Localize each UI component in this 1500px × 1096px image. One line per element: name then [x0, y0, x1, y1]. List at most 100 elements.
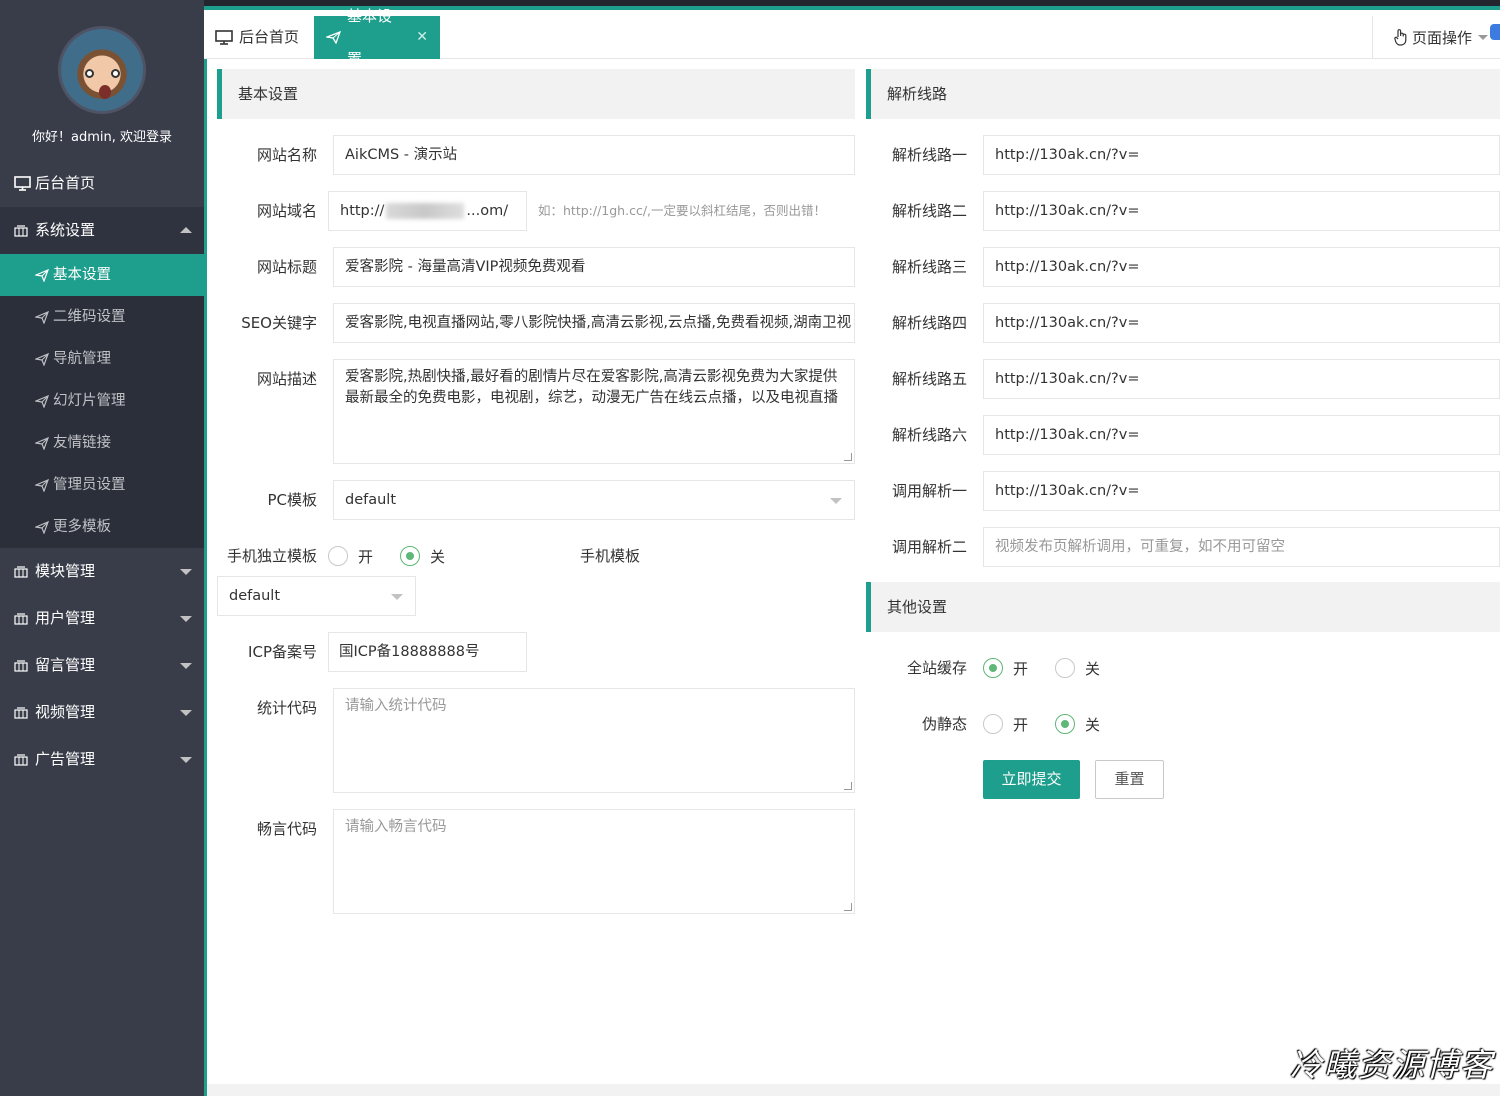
site-description-label: 网站描述	[256, 370, 317, 388]
tab-bar: 后台首页 基本设置 ✕ 页面操作	[204, 7, 1500, 68]
pseudo-static-off-radio[interactable]: 关	[1055, 704, 1100, 744]
welcome-text: 你好！admin, 欢迎登录	[32, 130, 172, 145]
site-domain-input[interactable]: http:// ...om/	[328, 191, 527, 231]
chevron-down-icon	[391, 594, 403, 600]
caret-down-icon	[180, 710, 192, 716]
radio-checked-icon	[983, 658, 1003, 678]
send-icon	[35, 436, 49, 450]
parse-line-label: 解析线路五	[891, 370, 967, 388]
call-parse-label: 调用解析一	[891, 482, 967, 500]
sidebar-sub-label: 基本设置	[53, 267, 111, 283]
parse-line-3-input[interactable]: http://130ak.cn/?v=	[983, 247, 1500, 287]
pc-template-label: PC模板	[267, 491, 317, 509]
radio-checked-icon	[1055, 714, 1075, 734]
parse-line-label: 解析线路四	[891, 314, 967, 332]
stats-code-label: 统计代码	[256, 699, 317, 717]
stats-code-textarea[interactable]: 请输入统计代码	[333, 688, 855, 793]
monitor-icon	[215, 30, 233, 45]
sidebar-item-ads[interactable]: 广告管理	[0, 736, 204, 783]
avatar-eye-left	[85, 69, 94, 78]
site-title-input[interactable]: 爱客影院 - 海量高清VIP视频免费观看	[333, 247, 855, 287]
resize-handle-icon[interactable]	[844, 782, 852, 790]
radio-label: 开	[1013, 715, 1029, 734]
tab-home-label: 后台首页	[239, 28, 300, 46]
mobile-template-off-radio[interactable]: 关	[400, 536, 445, 576]
call-parse-1-input[interactable]: http://130ak.cn/?v=	[983, 471, 1500, 511]
domain-prefix: http://	[340, 203, 385, 219]
sidebar-sub-label: 二维码设置	[53, 309, 126, 325]
sidebar-item-links[interactable]: 友情链接	[0, 422, 204, 464]
monitor-icon	[14, 176, 32, 191]
parse-line-5-input[interactable]: http://130ak.cn/?v=	[983, 359, 1500, 399]
call-parse-label: 调用解析二	[891, 538, 967, 556]
avatar-mouth	[99, 85, 111, 99]
domain-hint: 如：http://1gh.cc/,一定要以斜杠结尾，否则出错！	[538, 203, 827, 218]
sidebar-item-basic-settings[interactable]: 基本设置	[0, 254, 204, 296]
sidebar-item-navigation[interactable]: 导航管理	[0, 338, 204, 380]
sidebar-item-messages[interactable]: 留言管理	[0, 642, 204, 689]
sidebar-item-slides[interactable]: 幻灯片管理	[0, 380, 204, 422]
radio-circle-icon	[328, 546, 348, 566]
parse-lines-header: 解析线路	[866, 69, 1500, 119]
sidebar-item-admins[interactable]: 管理员设置	[0, 464, 204, 506]
site-description-textarea[interactable]: 爱客影院,热剧快播,最好看的剧情片尽在爱客影院,高清云影视免费为大家提供最新最全…	[333, 359, 855, 464]
tab-basic-settings[interactable]: 基本设置 ✕	[314, 7, 440, 68]
grid-icon	[14, 224, 32, 237]
parse-line-1-input[interactable]: http://130ak.cn/?v=	[983, 135, 1500, 175]
sidebar-item-home[interactable]: 后台首页	[0, 160, 204, 207]
submit-button[interactable]: 立即提交	[983, 760, 1080, 799]
sidebar-item-modules[interactable]: 模块管理	[0, 548, 204, 595]
sidebar-group-label: 用户管理	[35, 609, 96, 627]
domain-suffix: ...om/	[466, 203, 509, 219]
page-operations-button[interactable]: 页面操作	[1372, 16, 1500, 59]
chevron-down-icon	[830, 498, 842, 504]
page-operations-label: 页面操作	[1412, 29, 1473, 47]
avatar[interactable]	[58, 26, 146, 114]
chevron-down-icon	[1478, 35, 1489, 40]
icp-input[interactable]: 国ICP备18888888号	[328, 632, 527, 672]
site-name-input[interactable]: AikCMS - 演示站	[333, 135, 855, 175]
site-cache-on-radio[interactable]: 开	[983, 648, 1028, 688]
parse-line-4-input[interactable]: http://130ak.cn/?v=	[983, 303, 1500, 343]
sidebar-item-videos[interactable]: 视频管理	[0, 689, 204, 736]
close-icon[interactable]: ✕	[416, 16, 428, 59]
seo-keywords-input[interactable]: 爱客影院,电视直播网站,零八影院快播,高清云影视,云点播,免费看视频,湖南卫视	[333, 303, 855, 343]
call-parse-2-input[interactable]: 视频发布页解析调用，可重复，如不用可留空	[983, 527, 1500, 567]
sidebar-sub-label: 幻灯片管理	[53, 393, 126, 409]
parse-line-label: 解析线路一	[891, 146, 967, 164]
site-domain-label: 网站域名	[256, 202, 317, 220]
radio-label: 关	[1085, 659, 1101, 678]
sidebar-item-qrcode-settings[interactable]: 二维码设置	[0, 296, 204, 338]
sidebar-sub-label: 管理员设置	[53, 477, 126, 493]
resize-handle-icon[interactable]	[844, 453, 852, 461]
parse-line-6-input[interactable]: http://130ak.cn/?v=	[983, 415, 1500, 455]
tab-home[interactable]: 后台首页	[204, 16, 310, 59]
site-cache-off-radio[interactable]: 关	[1055, 648, 1100, 688]
pseudo-static-on-radio[interactable]: 开	[983, 704, 1028, 744]
reset-button[interactable]: 重置	[1095, 760, 1164, 799]
resize-handle-icon[interactable]	[844, 903, 852, 911]
site-title-label: 网站标题	[256, 258, 317, 276]
send-icon	[35, 478, 49, 492]
radio-label: 开	[1013, 659, 1029, 678]
sidebar-item-system-settings[interactable]: 系统设置	[0, 207, 204, 254]
mobile-template-on-radio[interactable]: 开	[328, 536, 373, 576]
caret-down-icon	[180, 757, 192, 763]
mobile-template-select[interactable]: default	[217, 576, 416, 616]
grid-icon	[14, 612, 32, 625]
send-icon	[35, 310, 49, 324]
system-settings-submenu: 基本设置 二维码设置 导航管理 幻灯片管理 友情链接 管理员设置 更多模板	[0, 254, 204, 548]
sidebar-item-more-templates[interactable]: 更多模板	[0, 506, 204, 548]
send-icon	[35, 352, 49, 366]
parse-line-2-input[interactable]: http://130ak.cn/?v=	[983, 191, 1500, 231]
pc-template-select[interactable]: default	[333, 480, 855, 520]
radio-circle-icon	[983, 714, 1003, 734]
sidebar-item-users[interactable]: 用户管理	[0, 595, 204, 642]
radio-checked-icon	[400, 546, 420, 566]
sidebar-group-label: 视频管理	[35, 703, 96, 721]
sidebar-group-label: 模块管理	[35, 562, 96, 580]
grid-icon	[14, 659, 32, 672]
changyan-code-textarea[interactable]: 请输入畅言代码	[333, 809, 855, 914]
send-icon	[35, 394, 49, 408]
stats-code-placeholder: 请输入统计代码	[345, 698, 447, 714]
